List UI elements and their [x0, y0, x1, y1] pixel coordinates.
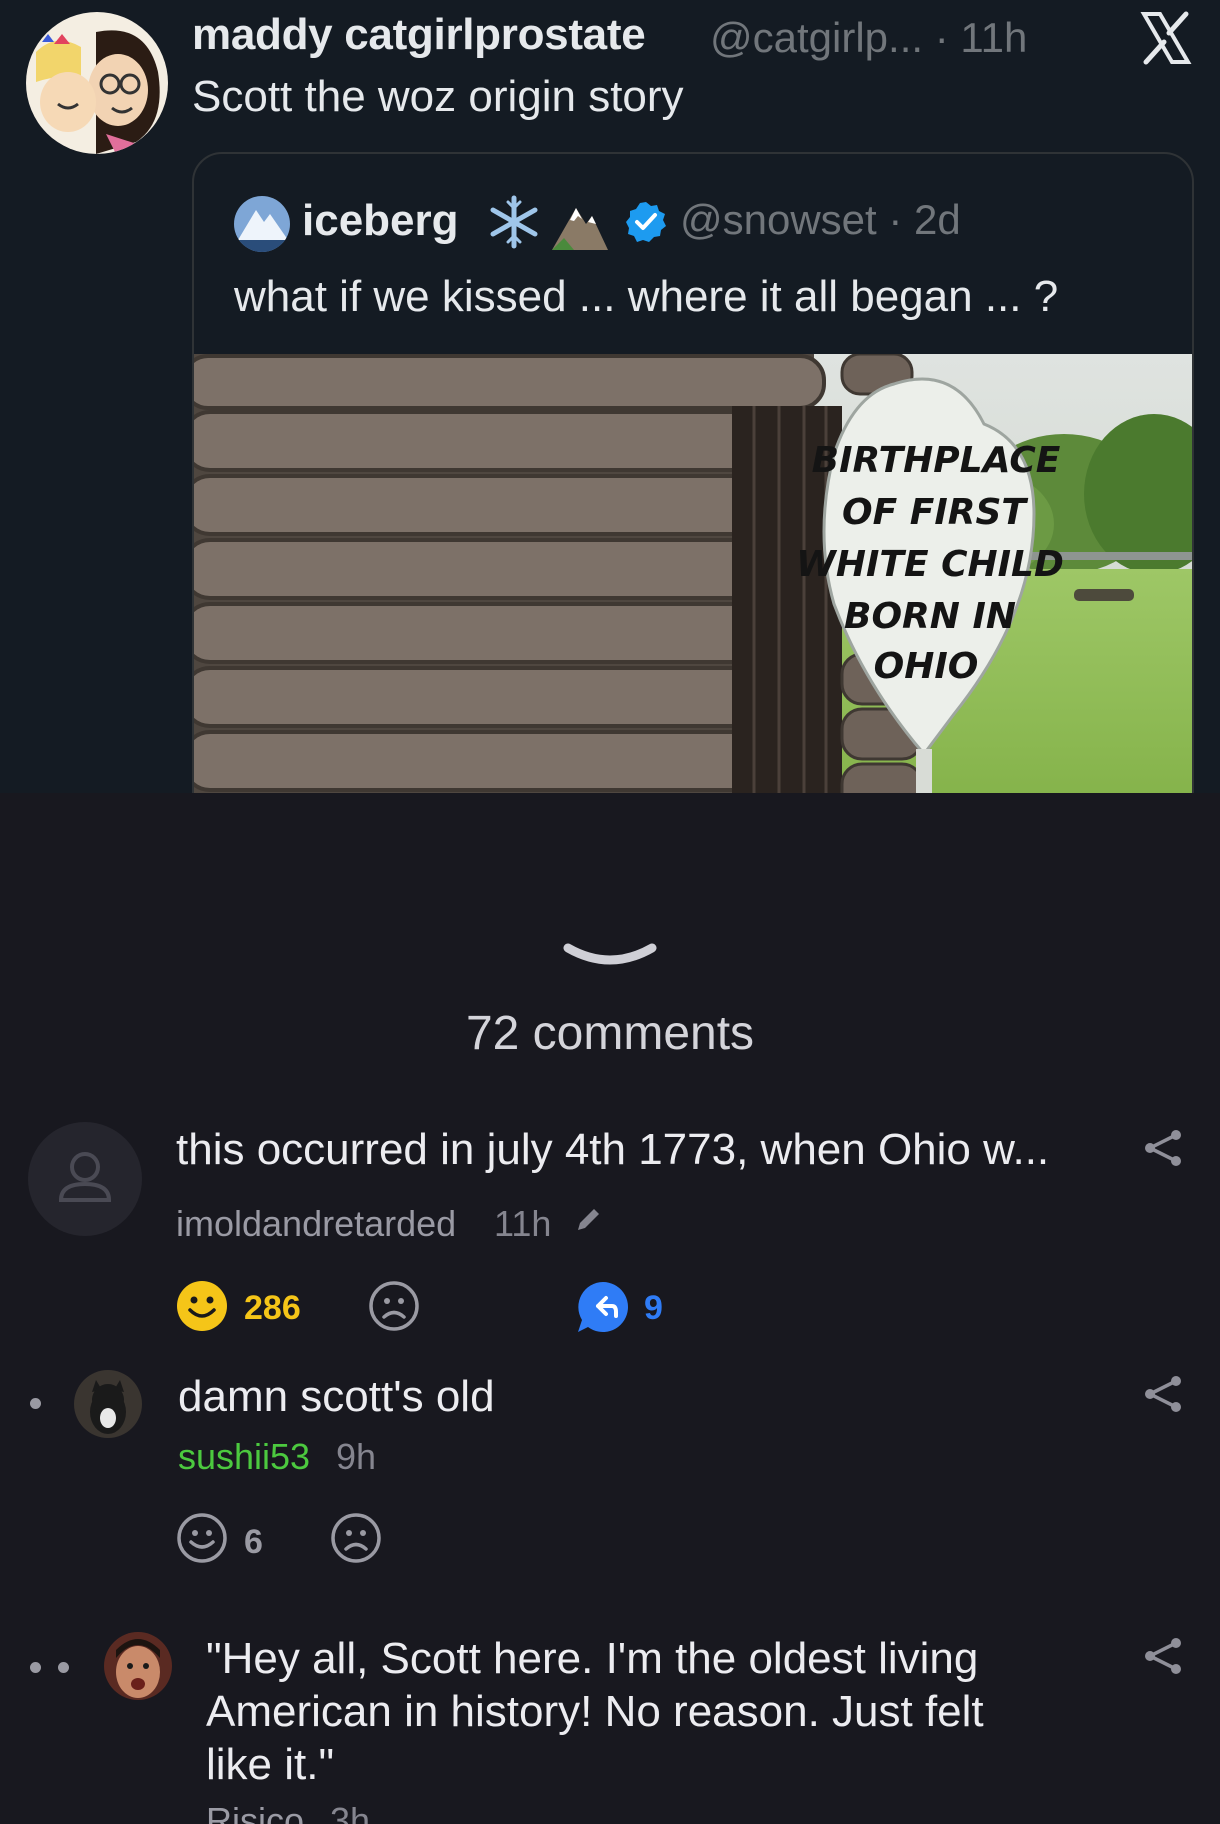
x-logo-icon [1140, 11, 1192, 65]
like-smiley-icon[interactable] [176, 1280, 228, 1332]
sign-line-4: BORN IN [844, 596, 1016, 637]
thread-depth-dot [30, 1398, 41, 1409]
comment-1-username[interactable]: imoldandretarded [176, 1203, 456, 1245]
expand-chevron-icon[interactable] [562, 938, 658, 974]
sign-line-3: WHITE CHILD [796, 544, 1064, 585]
comment-3-text-line-2: American in history! No reason. Just fel… [206, 1687, 984, 1736]
comment-3-text-line-1: "Hey all, Scott here. I'm the oldest liv… [206, 1634, 979, 1683]
share-icon[interactable] [1142, 1128, 1186, 1168]
tweet-text: Scott the woz origin story [192, 72, 684, 121]
comment-3-time: 3h [330, 1800, 371, 1824]
sign-line-5: OHIO [874, 646, 979, 687]
tweet-author-name[interactable]: maddy catgirlprostate [192, 10, 646, 60]
thread-depth-dot [30, 1662, 41, 1673]
comment-2-username[interactable]: sushii53 [178, 1436, 310, 1478]
thread-depth-dot [58, 1662, 69, 1673]
comment-3-text[interactable]: "Hey all, Scott here. I'm the oldest liv… [206, 1632, 984, 1791]
sign-line-2: OF FIRST [842, 492, 1028, 533]
comment-avatar-placeholder[interactable] [28, 1122, 142, 1236]
comment-2-time: 9h [336, 1436, 377, 1477]
quoted-tweet-text: what if we kissed ... where it all began… [234, 272, 1059, 321]
comment-3-avatar[interactable] [104, 1632, 172, 1700]
snowflake-icon [490, 195, 538, 249]
comment-3-username[interactable]: Risico [206, 1800, 304, 1824]
share-icon[interactable] [1142, 1374, 1186, 1414]
mountain-icon [552, 208, 608, 250]
comment-2-avatar[interactable] [74, 1370, 142, 1438]
share-icon[interactable] [1142, 1636, 1186, 1676]
comment-2-text[interactable]: damn scott's old [178, 1372, 495, 1422]
reply-bubble-icon[interactable] [576, 1280, 630, 1334]
sign-line-1: BIRTHPLACE [812, 440, 1061, 481]
quoted-author-avatar [234, 196, 290, 252]
like-smiley-icon[interactable] [176, 1512, 228, 1564]
tweet-author-avatar [26, 12, 168, 154]
quoted-handle-time: @snowset · 2d [680, 196, 961, 243]
dislike-frown-icon[interactable] [368, 1280, 420, 1332]
quoted-tweet-photo: BIRTHPLACE OF FIRST WHITE CHILD BORN IN … [194, 352, 1192, 793]
comment-1-text[interactable]: this occurred in july 4th 1773, when Ohi… [176, 1125, 1049, 1175]
tweet-handle-time: @catgirlp... · 11h [710, 14, 1028, 61]
comment-1-like-count: 286 [244, 1289, 301, 1327]
comment-3-text-line-3: like it." [206, 1740, 335, 1789]
user-icon [58, 1152, 112, 1202]
comment-count: 72 comments [465, 1007, 755, 1060]
tweet-screenshot: maddy catgirlprostate @catgirlp... · 11h… [0, 0, 1220, 793]
edited-pencil-icon [578, 1209, 599, 1230]
quoted-author-name: iceberg [302, 196, 459, 245]
comment-2-like-count: 6 [244, 1523, 263, 1561]
verified-badge-icon [626, 202, 666, 242]
quoted-tweet[interactable]: iceberg @snowset · 2d what if we kissed … [192, 152, 1194, 793]
comment-1-time: 11h [494, 1203, 552, 1244]
dislike-frown-icon[interactable] [330, 1512, 382, 1564]
comment-1-reply-count[interactable]: 9 [644, 1289, 663, 1328]
